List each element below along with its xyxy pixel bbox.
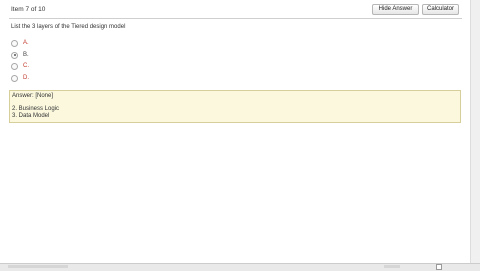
radio-d[interactable] — [11, 74, 18, 82]
status-icon — [436, 264, 442, 270]
calculator-button[interactable]: Calculator — [422, 4, 459, 15]
zoom-indicator[interactable] — [384, 265, 400, 268]
option-d-label: D. — [23, 75, 29, 81]
answer-panel: Answer: [None] 2. Business Logic 3. Data… — [9, 90, 461, 123]
answer-title: Answer: [None] — [12, 93, 54, 99]
vertical-scrollbar[interactable] — [470, 0, 480, 263]
option-c-label: C. — [23, 63, 29, 69]
radio-a[interactable] — [11, 39, 18, 47]
option-b-label: B. — [23, 52, 29, 58]
question-text: List the 3 layers of the Tiered design m… — [11, 24, 126, 30]
option-c[interactable]: C. — [11, 62, 131, 70]
option-b[interactable]: B. — [11, 51, 131, 59]
item-counter: Item 7 of 10 — [11, 6, 46, 13]
option-a-label: A. — [23, 40, 29, 46]
radio-b[interactable] — [11, 51, 18, 59]
header-divider — [9, 18, 462, 19]
status-text — [8, 265, 68, 268]
answer-line-2: 3. Data Model — [12, 113, 50, 119]
top-bar: Item 7 of 10 Hide Answer Calculator — [0, 0, 470, 20]
answer-line-1: 2. Business Logic — [12, 106, 60, 112]
option-d[interactable]: D. — [11, 74, 131, 82]
radio-c[interactable] — [11, 62, 18, 70]
option-a[interactable]: A. — [11, 39, 131, 47]
hide-answer-button[interactable]: Hide Answer — [372, 4, 419, 15]
